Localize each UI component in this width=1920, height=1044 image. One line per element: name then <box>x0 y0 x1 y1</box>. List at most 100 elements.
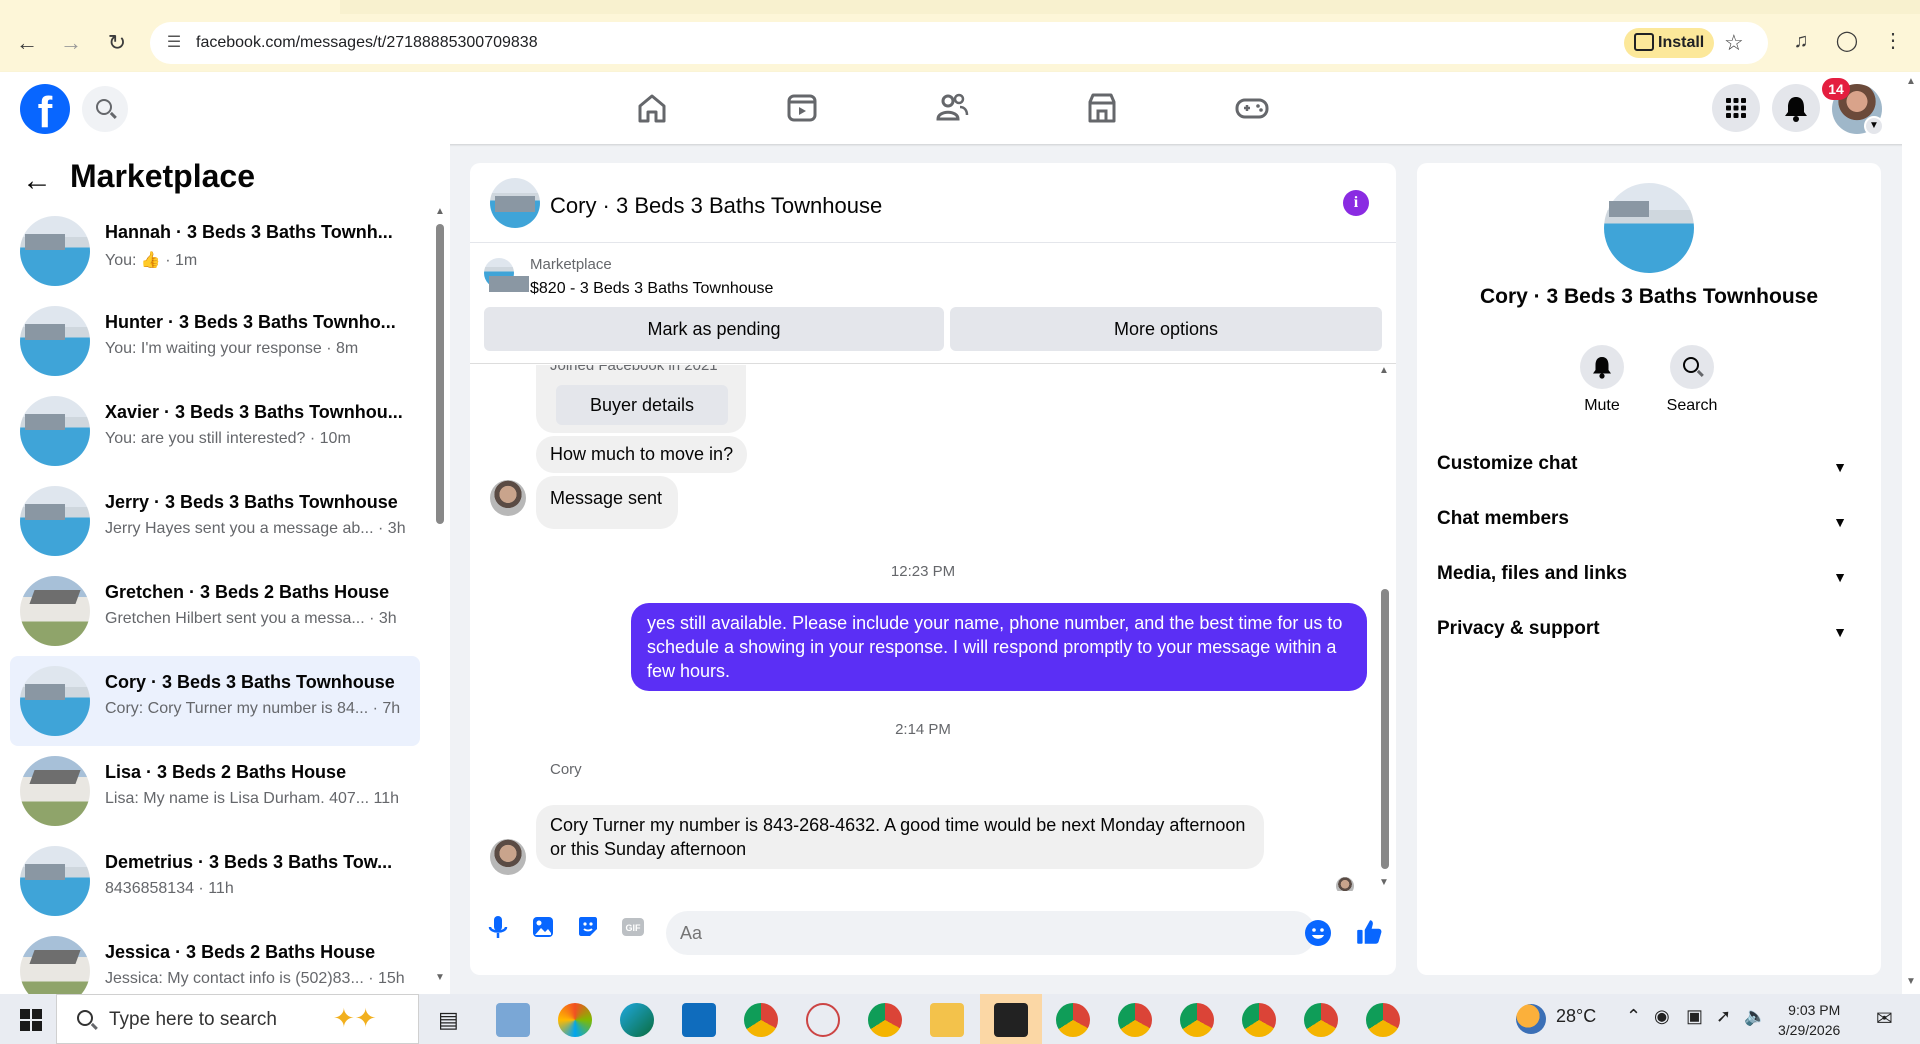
conversation-thumbnail <box>20 216 90 286</box>
profile-icon[interactable]: ◯ <box>1834 28 1860 54</box>
customize-chat-row[interactable]: Customize chat ▼ <box>1437 453 1861 498</box>
page-scrollbar[interactable]: ▲ ▼ <box>1902 72 1920 994</box>
record-icon[interactable]: ◉ <box>1654 1006 1670 1027</box>
conversation-item[interactable]: Xavier · 3 Beds 3 Baths Townhou... You: a… <box>10 386 420 476</box>
conversation-item[interactable]: Hunter · 3 Beds 3 Baths Townho... You: I'… <box>10 296 420 386</box>
conversation-thumbnail <box>20 846 90 916</box>
row-label: Customize chat <box>1437 453 1578 474</box>
search-icon <box>77 1010 93 1026</box>
conversation-item[interactable]: Cory · 3 Beds 3 Baths Townhouse Cory: Cor… <box>10 656 420 746</box>
media-files-links-row[interactable]: Media, files and links ▼ <box>1437 563 1861 608</box>
conversation-name: Cory · 3 Beds 3 Baths Townhouse <box>105 672 395 692</box>
weather-icon[interactable] <box>1516 1004 1546 1034</box>
mute-button[interactable]: Mute <box>1562 345 1642 415</box>
notification-center-icon[interactable]: ✉ <box>1876 1006 1893 1031</box>
taskbar-clock[interactable]: 9:03 PM 3/29/2026 <box>1778 1000 1840 1040</box>
info-icon[interactable]: i <box>1343 190 1369 216</box>
conversation-item[interactable]: Lisa · 3 Beds 2 Baths House Lisa: My name… <box>10 746 420 836</box>
chevron-up-icon[interactable]: ⌃ <box>1626 1006 1641 1027</box>
snipping-tool-icon[interactable] <box>806 1003 840 1037</box>
thumbs-up-icon[interactable] <box>1354 917 1384 947</box>
conversation-item[interactable]: Gretchen · 3 Beds 2 Baths House Gretchen … <box>10 566 420 656</box>
gaming-icon[interactable] <box>1232 88 1272 128</box>
site-info-icon[interactable]: ☰ <box>164 33 184 53</box>
conversation-item[interactable]: Jerry · 3 Beds 3 Baths Townhouse Jerry Ha… <box>10 476 420 566</box>
facebook-logo[interactable]: f <box>20 84 70 134</box>
chrome-window-icon[interactable] <box>1056 1003 1090 1037</box>
listing-description[interactable]: $820 - 3 Beds 3 Baths Townhouse <box>530 280 773 298</box>
buyer-details-button[interactable]: Buyer details <box>556 385 728 425</box>
search-button[interactable] <box>82 86 128 132</box>
privacy-support-row[interactable]: Privacy & support ▼ <box>1437 618 1861 663</box>
home-icon[interactable] <box>632 88 672 128</box>
file-explorer-icon[interactable] <box>930 1003 964 1037</box>
chrome-window-icon[interactable] <box>1180 1003 1214 1037</box>
sender-avatar[interactable] <box>490 839 526 875</box>
emoji-icon[interactable] <box>1305 920 1331 946</box>
chrome-window-icon[interactable] <box>1118 1003 1152 1037</box>
menu-grid-button[interactable] <box>1712 84 1760 132</box>
sender-avatar[interactable] <box>490 480 526 516</box>
copilot-app-icon[interactable] <box>558 1003 592 1037</box>
gif-icon[interactable]: GIF <box>619 913 647 941</box>
chrome-window-icon[interactable] <box>1242 1003 1276 1037</box>
sender-name: Cory <box>550 761 582 778</box>
install-app-button[interactable]: Install <box>1624 28 1714 58</box>
news-app-icon[interactable] <box>496 1003 530 1037</box>
chrome-window-icon[interactable] <box>1304 1003 1338 1037</box>
sidebar-scrollbar[interactable]: ▲ ▼ <box>434 206 445 986</box>
chrome-window-icon[interactable] <box>1366 1003 1400 1037</box>
sticker-icon[interactable] <box>574 913 602 941</box>
message-input[interactable] <box>666 911 1316 955</box>
url-text[interactable]: facebook.com/messages/t/2718888530070983… <box>196 34 538 52</box>
taskbar-search-box[interactable]: Type here to search ✦✦ <box>56 994 419 1044</box>
chevron-down-icon[interactable]: ▼ <box>1864 116 1884 136</box>
conversation-name: Jessica · 3 Beds 2 Baths House <box>105 942 376 962</box>
chat-avatar[interactable] <box>490 178 540 228</box>
chrome-profile-icon[interactable] <box>868 1003 902 1037</box>
microphone-icon[interactable] <box>484 913 512 941</box>
friends-icon[interactable] <box>932 88 972 128</box>
display-icon[interactable]: ▣ <box>1686 1006 1703 1027</box>
search-in-chat-button[interactable]: Search <box>1652 345 1732 415</box>
bookmark-star-icon[interactable]: ☆ <box>1724 30 1744 56</box>
more-options-button[interactable]: More options <box>950 307 1382 351</box>
listing-thumbnail[interactable] <box>484 258 529 292</box>
timestamp: 12:23 PM <box>890 563 956 580</box>
mark-as-pending-button[interactable]: Mark as pending <box>484 307 944 351</box>
forward-arrow-icon[interactable]: → <box>56 28 86 58</box>
back-arrow-icon[interactable]: ← <box>22 164 52 198</box>
conversation-thumbnail <box>20 396 90 466</box>
outlook-app-icon[interactable] <box>682 1003 716 1037</box>
edge-browser-icon[interactable] <box>620 1003 654 1037</box>
reload-icon[interactable]: ↻ <box>102 28 132 58</box>
conversation-name: Xavier · 3 Beds 3 Baths Townhou... <box>105 402 403 422</box>
address-bar[interactable]: ☰ facebook.com/messages/t/27188885300709… <box>150 22 1768 64</box>
photo-icon[interactable] <box>529 913 557 941</box>
chat-details-panel: Cory · 3 Beds 3 Baths Townhouse Mute Sea… <box>1417 163 1881 975</box>
browser-menu-icon[interactable]: ⋮ <box>1880 28 1906 54</box>
conversation-item[interactable]: Demetrius · 3 Beds 3 Baths Tow... 8436858… <box>10 836 420 926</box>
conversation-thumbnail <box>20 576 90 646</box>
chrome-app-icon[interactable] <box>744 1003 778 1037</box>
marketplace-icon[interactable] <box>1082 88 1122 128</box>
sticky-notes-icon[interactable] <box>994 1003 1028 1037</box>
notifications-button[interactable] <box>1772 84 1820 132</box>
temperature[interactable]: 28°C <box>1556 1006 1596 1027</box>
back-arrow-icon[interactable]: ← <box>12 28 42 58</box>
chat-members-row[interactable]: Chat members ▼ <box>1437 508 1861 553</box>
conversation-item[interactable]: Hannah · 3 Beds 3 Baths Townh... You: 👍 ·… <box>10 206 420 296</box>
conversation-name: Gretchen · 3 Beds 2 Baths House <box>105 582 390 602</box>
install-label: Install <box>1658 34 1705 51</box>
volume-muted-icon[interactable]: 🔈 <box>1744 1006 1766 1027</box>
media-control-icon[interactable]: ♫ <box>1788 28 1814 54</box>
install-icon <box>1634 33 1654 51</box>
chat-scrollbar[interactable]: ▲ ▼ <box>1379 365 1391 891</box>
windows-start-icon[interactable] <box>20 1009 42 1031</box>
browser-toolbar: ← → ↻ ☰ facebook.com/messages/t/27188885… <box>0 14 1920 72</box>
video-icon[interactable] <box>782 88 822 128</box>
wifi-icon[interactable]: ➚ <box>1716 1006 1731 1027</box>
contact-avatar[interactable] <box>1604 183 1694 273</box>
task-view-icon[interactable]: ▤ <box>438 1007 459 1033</box>
chat-title[interactable]: Cory · 3 Beds 3 Baths Townhouse <box>550 193 882 219</box>
